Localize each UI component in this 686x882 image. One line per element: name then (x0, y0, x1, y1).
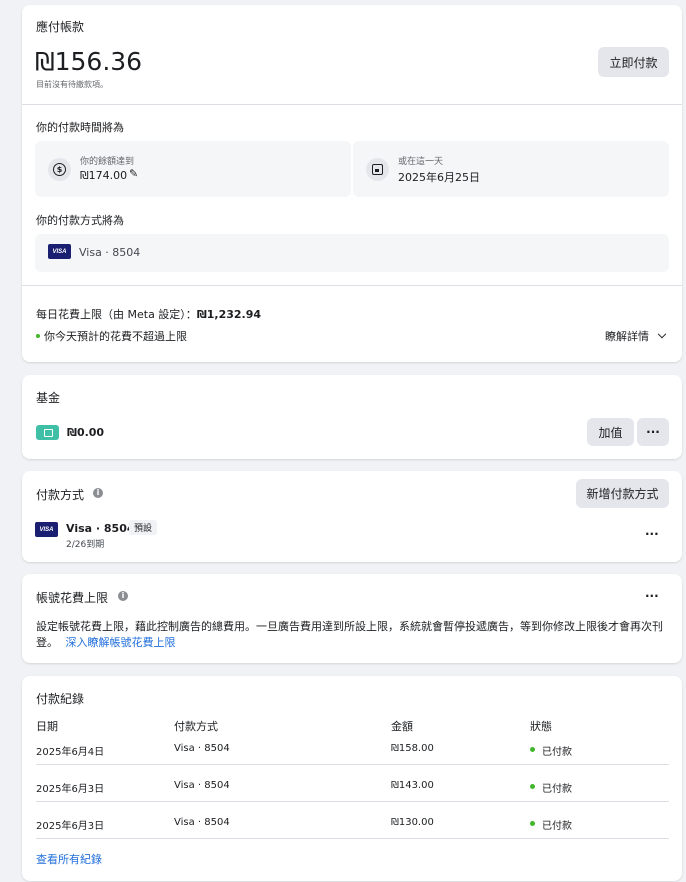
daily-limit: 每日花費上限（由 Meta 設定）：₪1,232.94 (36, 306, 261, 322)
visa-icon: VISA (48, 244, 71, 259)
row-status: 已付款 (542, 747, 572, 758)
spending-limit-card: 帳號花費上限 i ··· 設定帳號花費上限，藉此控制廣告的總費用。一旦廣告費用達… (22, 574, 682, 663)
payment-methods-card: 付款方式 i 新增付款方式 VISA Visa · 8504 預設 2/26到期… (22, 471, 682, 562)
method-tile: VISA Visa · 8504 (35, 234, 669, 272)
method-heading: 你的付款方式將為 (36, 214, 124, 227)
row-method: Visa · 8504 (174, 817, 230, 828)
date-value: 2025年6月25日 (398, 171, 480, 184)
funds-amount: ₪0.00 (67, 426, 105, 439)
row-date: 2025年6月3日 (36, 821, 105, 832)
funds-card: 基金 ₪0.00 加值 ··· (22, 375, 682, 459)
spending-limit-description: 設定帳號花費上限，藉此控制廣告的總費用。一旦廣告費用達到所設上限，系統就會暫停投… (36, 619, 668, 651)
calendar-icon (366, 158, 389, 181)
row-amount: ₪158.00 (391, 743, 434, 754)
row-status: 已付款 (542, 784, 572, 795)
status-dot (530, 747, 535, 752)
status-dot (36, 334, 40, 338)
row-status: 已付款 (542, 821, 572, 832)
balance-card: 應付帳款 ₪156.36 目前沒有待繳款項。 立即付款 你的付款時間將為 $ 你… (22, 5, 682, 362)
info-icon[interactable]: i (93, 488, 103, 498)
daily-status: 你今天預計的花費不超過上限 (44, 330, 187, 343)
spending-limit-title: 帳號花費上限 (36, 591, 109, 605)
balance-title: 應付帳款 (36, 20, 85, 34)
visa-icon: VISA (35, 522, 58, 537)
threshold-value: ₪174.00 (80, 169, 128, 182)
column-header-method[interactable]: 付款方式 (174, 718, 218, 734)
payment-methods-title: 付款方式 (36, 488, 85, 502)
daily-limit-label: 每日花費上限（由 Meta 設定）： (36, 308, 197, 321)
row-date: 2025年6月3日 (36, 784, 105, 795)
divider (36, 764, 669, 765)
divider (36, 838, 669, 839)
row-amount: ₪130.00 (391, 817, 434, 828)
row-method: Visa · 8504 (174, 780, 230, 791)
add-payment-method-button[interactable]: 新增付款方式 (576, 479, 669, 508)
add-value-button[interactable]: 加值 (587, 418, 634, 446)
pay-now-button[interactable]: 立即付款 (598, 47, 669, 77)
date-label: 或在這一天 (398, 157, 444, 167)
default-badge: 預設 (129, 520, 158, 535)
balance-subtitle: 目前沒有待繳款項。 (36, 80, 108, 89)
learn-more-label: 瞭解詳情 (605, 330, 649, 343)
daily-limit-value: ₪1,232.94 (196, 308, 262, 321)
column-header-date[interactable]: 日期 (36, 718, 58, 734)
wallet-icon (36, 425, 59, 440)
info-icon[interactable]: i (118, 591, 128, 601)
divider (22, 104, 682, 105)
table-row[interactable]: 2025年6月3日 Visa · 8504 ₪130.00 已付款 (22, 810, 682, 840)
view-all-link[interactable]: 查看所有紀錄 (36, 851, 102, 867)
divider (36, 801, 669, 802)
edit-pencil-icon[interactable]: ✎ (129, 168, 141, 180)
row-date: 2025年6月4日 (36, 747, 105, 758)
payment-card-name: Visa · 8504 (66, 522, 135, 535)
threshold-tile: $ 你的餘額達到 ₪174.00 ✎ (35, 141, 351, 197)
history-title: 付款紀錄 (36, 692, 85, 706)
row-amount: ₪143.00 (391, 780, 434, 791)
spending-limit-link[interactable]: 深入瞭解帳號花費上限 (66, 636, 176, 649)
column-header-amount[interactable]: 金額 (391, 718, 413, 734)
balance-amount: ₪156.36 (35, 47, 143, 76)
learn-more-link[interactable]: 瞭解詳情 (605, 328, 666, 344)
column-header-status[interactable]: 狀態 (530, 718, 552, 734)
status-dot (530, 784, 535, 789)
table-row[interactable]: 2025年6月4日 Visa · 8504 ₪158.00 已付款 (22, 736, 682, 766)
date-tile: 或在這一天 2025年6月25日 (353, 141, 669, 197)
table-row[interactable]: 2025年6月3日 Visa · 8504 ₪143.00 已付款 (22, 773, 682, 803)
status-dot (530, 821, 535, 826)
payment-card-expiry: 2/26到期 (66, 540, 105, 550)
chevron-down-icon (657, 329, 666, 339)
threshold-label: 你的餘額達到 (80, 157, 135, 167)
payment-history-card: 付款紀錄 日期 付款方式 金額 狀態 2025年6月4日 Visa · 8504… (22, 676, 682, 881)
spending-more-button[interactable]: ··· (645, 589, 659, 603)
divider (22, 285, 682, 286)
dollar-icon: $ (48, 158, 71, 181)
payment-more-button[interactable]: ··· (645, 527, 659, 541)
method-value: Visa · 8504 (79, 246, 141, 259)
funds-title: 基金 (36, 391, 61, 405)
funds-more-button[interactable]: ··· (637, 418, 669, 446)
schedule-heading: 你的付款時間將為 (36, 121, 124, 134)
row-method: Visa · 8504 (174, 743, 230, 754)
